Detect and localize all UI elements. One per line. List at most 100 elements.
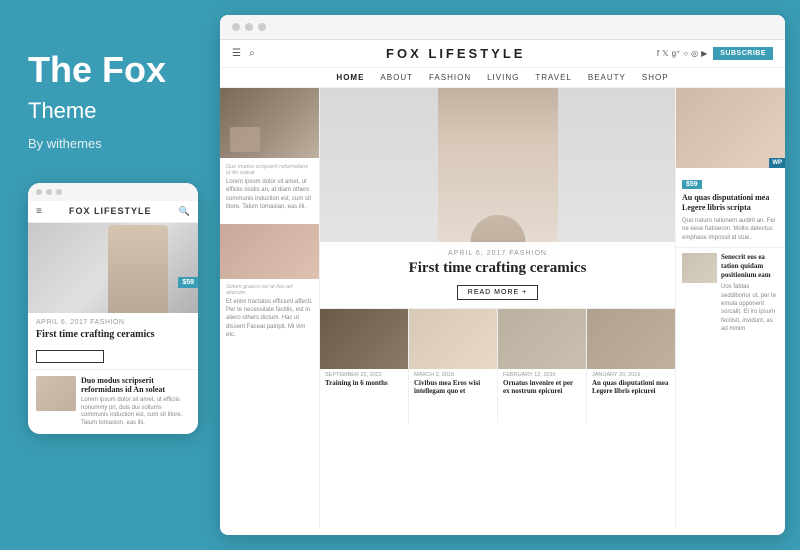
nav-about[interactable]: ABOUT [380, 73, 413, 82]
bottom-post3-image [498, 309, 586, 369]
nav-home[interactable]: HOME [336, 73, 364, 82]
center-read-more-button[interactable]: READ MORE + [457, 285, 538, 300]
bottom-post1-title: Training in 6 months [325, 379, 403, 387]
bottom-post3-text: FEBRUARY 12, 2016 Ornatus invenire et pe… [498, 369, 586, 399]
desktop-dot-2 [245, 23, 253, 31]
desktop-logo: FOX LIFESTYLE [386, 46, 525, 61]
mobile-small-body: Lorem ipsum dolor sit amet, ut efficiis … [81, 397, 190, 428]
center-hero-image: APRIL 6, 2017 FASHION First time craftin… [320, 88, 675, 308]
mobile-dot-3 [56, 189, 62, 195]
right-small-text: Senecrit eos ea tation quidam positioniu… [721, 253, 779, 334]
mobile-dot-1 [36, 189, 42, 195]
subscribe-button[interactable]: SUBSCRIBE [713, 47, 773, 60]
right-post1-title: Au quas disputationi mea Legere libris s… [682, 193, 779, 214]
wp-badge: WP [769, 158, 785, 168]
right-post1-image: WP [676, 88, 785, 168]
mobile-post-title: First time crafting ceramics [36, 328, 190, 341]
bottom-post-2: MARCH 2, 2018 Civibus mea Eros wisi inte… [409, 309, 498, 423]
bottom-posts-row: SEPTEMBER 22, 2022 Training in 6 months … [320, 308, 675, 423]
search-icon[interactable]: ⌕ [249, 48, 255, 59]
left-post1-meta: Duo modus scripserit reformidans id An s… [226, 164, 313, 176]
center-post-title: First time crafting ceramics [330, 260, 665, 277]
right-small-title: Senecrit eos ea tation quidam positioniu… [721, 253, 779, 280]
left-post2-image [220, 224, 319, 279]
right-small-thumb [682, 253, 717, 283]
desktop-center-column: APRIL 6, 2017 FASHION First time craftin… [320, 88, 675, 528]
bottom-post1-text: SEPTEMBER 22, 2022 Training in 6 months [320, 369, 408, 390]
desktop-dot-3 [258, 23, 266, 31]
social-icons: f 𝕏 g⁺ ○ ◎ ▶ [657, 49, 707, 58]
theme-subtitle: Theme [28, 98, 200, 124]
mobile-small-title: Duo modus scripserit reformidans id An s… [81, 376, 190, 395]
mobile-small-post-text: Duo modus scripserit reformidans id An s… [81, 376, 190, 428]
nav-travel[interactable]: TRAVEL [535, 73, 572, 82]
bottom-post3-title: Ornatus invenire et per ex nostrum epicu… [503, 379, 581, 396]
nav-living[interactable]: LIVING [487, 73, 519, 82]
bottom-post4-title: An quas disputationi mea Legere libris e… [592, 379, 670, 396]
mobile-hero-image: $59 [28, 223, 198, 313]
left-post2-text: Solum graeco vel at Ilas ad alienum Et e… [220, 279, 319, 345]
theme-by: By withemes [28, 136, 200, 151]
left-post1-text: Duo modus scripserit reformidans id An s… [220, 158, 319, 218]
right-post1-text: $59 Au quas disputationi mea Legere libr… [676, 168, 785, 247]
mobile-post-meta: APRIL 6, 2017 FASHION [36, 319, 190, 326]
nav-beauty[interactable]: BEAUTY [588, 73, 626, 82]
youtube-icon[interactable]: ▶ [701, 49, 707, 58]
hamburger-icon[interactable]: ☰ [232, 48, 241, 59]
nav-shop[interactable]: SHOP [642, 73, 669, 82]
right-post1-body: Quo naturo rationem audirit an. Fei ne e… [682, 217, 779, 242]
desktop-dot-1 [232, 23, 240, 31]
desktop-nav: HOME ABOUT FASHION LIVING TRAVEL BEAUTY … [220, 68, 785, 88]
theme-title: The Fox [28, 50, 200, 90]
desktop-preview: ☰ ⌕ FOX LIFESTYLE f 𝕏 g⁺ ○ ◎ ▶ SUBSCRIBE… [220, 15, 785, 535]
mobile-header: ≡ FOX LIFESTYLE 🔍 [28, 201, 198, 223]
mobile-preview: ≡ FOX LIFESTYLE 🔍 $59 APRIL 6, 2017 FASH… [28, 183, 198, 434]
mobile-dot-2 [46, 189, 52, 195]
mobile-logo: FOX LIFESTYLE [69, 206, 152, 216]
bottom-post3-meta: FEBRUARY 12, 2016 [503, 372, 581, 378]
bottom-post-4: JANUARY 20, 2016 An quas disputationi me… [587, 309, 675, 423]
right-small-post: Senecrit eos ea tation quidam positioniu… [676, 247, 785, 339]
desktop-main-content: Duo modus scripserit reformidans id An s… [220, 88, 785, 528]
twitter-icon[interactable]: 𝕏 [662, 49, 668, 58]
bottom-post1-meta: SEPTEMBER 22, 2022 [325, 372, 403, 378]
desktop-header-right: f 𝕏 g⁺ ○ ◎ ▶ SUBSCRIBE [657, 47, 773, 60]
desktop-right-column: WP $59 Au quas disputationi mea Legere l… [675, 88, 785, 528]
left-post2-meta: Solum graeco vel at Ilas ad alienum [226, 284, 313, 296]
mobile-search-icon: 🔍 [179, 206, 190, 217]
mobile-small-post: Duo modus scripserit reformidans id An s… [28, 369, 198, 434]
right-price-badge: $59 [682, 180, 702, 189]
left-post1-image [220, 88, 319, 158]
desktop-header-left: ☰ ⌕ [232, 48, 255, 59]
center-post-meta: APRIL 6, 2017 FASHION [330, 250, 665, 257]
desktop-titlebar [220, 15, 785, 40]
mobile-post-content: APRIL 6, 2017 FASHION First time craftin… [28, 313, 198, 369]
mobile-read-more-button[interactable]: READ MORE + [36, 350, 104, 363]
mobile-titlebar [28, 183, 198, 201]
desktop-left-column: Duo modus scripserit reformidans id An s… [220, 88, 320, 528]
googleplus-icon[interactable]: g⁺ [672, 49, 681, 58]
bottom-post2-image [409, 309, 497, 369]
mobile-hero-figure [108, 225, 168, 313]
bottom-post-1: SEPTEMBER 22, 2022 Training in 6 months [320, 309, 409, 423]
bottom-post2-meta: MARCH 2, 2018 [414, 372, 492, 378]
bottom-post4-image [587, 309, 675, 369]
left-post1-body: Lorem ipsum dolor sit amet, ut efficiis … [226, 178, 313, 212]
desktop-header: ☰ ⌕ FOX LIFESTYLE f 𝕏 g⁺ ○ ◎ ▶ SUBSCRIBE [220, 40, 785, 68]
mobile-thumb [36, 376, 76, 411]
left-post2-body: Et enim tractatos efficiunt affecti. Per… [226, 298, 313, 340]
left-panel: The Fox Theme By withemes ≡ FOX LIFESTYL… [0, 0, 220, 454]
instagram-icon[interactable]: ○ [683, 49, 688, 58]
dribbble-icon[interactable]: ◎ [691, 49, 698, 58]
mobile-price-badge: $59 [178, 277, 198, 288]
bottom-post4-text: JANUARY 20, 2016 An quas disputationi me… [587, 369, 675, 399]
bottom-post2-title: Civibus mea Eros wisi intellegam quo et [414, 379, 492, 396]
bottom-post4-meta: JANUARY 20, 2016 [592, 372, 670, 378]
bottom-post-3: FEBRUARY 12, 2016 Ornatus invenire et pe… [498, 309, 587, 423]
bottom-post1-image [320, 309, 408, 369]
nav-fashion[interactable]: FASHION [429, 73, 471, 82]
right-small-body: Uos fablas seddiboriur ut, per te emula … [721, 283, 779, 333]
bottom-post2-text: MARCH 2, 2018 Civibus mea Eros wisi inte… [409, 369, 497, 399]
mobile-hamburger-icon: ≡ [36, 206, 42, 217]
facebook-icon[interactable]: f [657, 49, 659, 58]
